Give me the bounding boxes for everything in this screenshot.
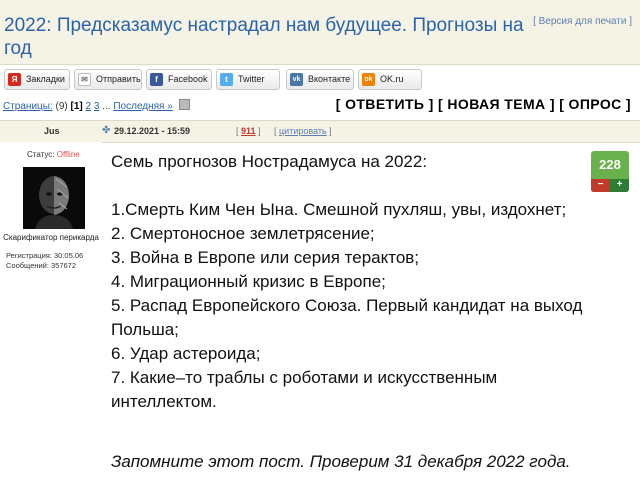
share-twitter-button[interactable]: t Twitter	[216, 69, 280, 90]
prediction-item: 5. Распад Европейского Союза. Первый кан…	[111, 296, 583, 339]
author-name[interactable]: Jus	[44, 126, 60, 136]
rate-down-button[interactable]: −	[591, 179, 610, 192]
poll-button[interactable]: [ ОПРОС ]	[559, 96, 631, 112]
prediction-item: 7. Какие–то траблы с роботами и искусств…	[111, 368, 498, 411]
user-title: Скарификатор перикарда	[3, 233, 99, 242]
pagination: Страницы: (9) [1] 2 3 ... Последняя »	[3, 99, 190, 112]
rate-up-button[interactable]: +	[610, 179, 629, 192]
share-bar: Я Закладки ✉ Отправить f Facebook t Twit…	[0, 64, 640, 94]
share-label: Отправить	[96, 74, 141, 84]
topic-title: 2022: Предсказамус настрадал нам будущее…	[4, 15, 524, 59]
user-status: Статус: Offline	[27, 150, 80, 159]
post-intro: Семь прогнозов Нострадамуса на 2022:	[111, 152, 428, 171]
post-date: 29.12.2021 - 15:59	[114, 126, 191, 136]
quote-link[interactable]: цитировать	[279, 126, 327, 136]
prediction-item: 1.Смерть Ким Чен Ына. Смешной пухляш, ув…	[111, 200, 567, 219]
share-label: OK.ru	[380, 74, 404, 84]
prediction-item: 4. Миграционный кризис в Европе;	[111, 272, 386, 291]
pages-label[interactable]: Страницы:	[3, 101, 53, 112]
page-link-2[interactable]: 2	[86, 101, 92, 112]
print-version-link[interactable]: [ Версия для печати ]	[533, 16, 632, 27]
rating-controls: − +	[591, 179, 629, 192]
pages-count: (9)	[55, 101, 68, 112]
avatar-image	[23, 167, 85, 229]
last-page-link[interactable]: Последняя »	[113, 101, 172, 112]
pager-jump-icon[interactable]	[178, 99, 190, 110]
status-label: Статус:	[27, 150, 55, 159]
post-body: Семь прогнозов Нострадамуса на 2022: 1.С…	[111, 150, 591, 414]
prediction-item: 2. Смертоносное землетрясение;	[111, 224, 375, 243]
mail-icon: ✉	[78, 73, 91, 86]
status-value: Offline	[56, 150, 80, 159]
pager-ellipsis: ...	[102, 101, 111, 112]
prediction-item: 3. Война в Европе или серия терактов;	[111, 248, 420, 267]
post-number: [ 911 ]	[236, 126, 261, 136]
post-outro: Запомните этот пост. Проверим 31 декабря…	[111, 452, 571, 471]
user-stats: Регистрация: 30.05.06 Сообщений: 357672	[6, 251, 83, 271]
share-label: Закладки	[26, 74, 65, 84]
share-label: Twitter	[238, 74, 265, 84]
new-topic-button[interactable]: [ НОВАЯ ТЕМА ]	[438, 96, 555, 112]
share-label: Вконтакте	[308, 74, 351, 84]
registration-date: Регистрация: 30.05.06	[6, 251, 84, 260]
avatar[interactable]	[23, 167, 85, 229]
share-ok-button[interactable]: ok OK.ru	[358, 69, 422, 90]
post-header: Jus ✤ 29.12.2021 - 15:59 [ 911 ] [ цитир…	[0, 120, 640, 143]
current-page: [1]	[70, 101, 83, 112]
post-link-icon[interactable]: ✤	[102, 125, 110, 136]
odnoklassniki-icon: ok	[362, 73, 375, 86]
twitter-icon: t	[220, 73, 233, 86]
post-rating: 228 − +	[591, 151, 629, 192]
reply-button[interactable]: [ ОТВЕТИТЬ ]	[336, 96, 434, 112]
share-label: Facebook	[168, 74, 208, 84]
share-bookmarks-button[interactable]: Я Закладки	[4, 69, 70, 90]
topic-actions: [ ОТВЕТИТЬ ] [ НОВАЯ ТЕМА ] [ ОПРОС ]	[336, 96, 631, 112]
message-count: Сообщений: 357672	[6, 261, 77, 270]
page-link-3[interactable]: 3	[94, 101, 100, 112]
topic-header: 2022: Предсказамус настрадал нам будущее…	[0, 0, 640, 65]
rating-value: 228	[591, 151, 629, 179]
post-number-link[interactable]: 911	[241, 126, 256, 136]
facebook-icon: f	[150, 73, 163, 86]
share-facebook-button[interactable]: f Facebook	[146, 69, 212, 90]
yandex-icon: Я	[8, 73, 21, 86]
share-vk-button[interactable]: vk Вконтакте	[286, 69, 354, 90]
share-email-button[interactable]: ✉ Отправить	[74, 69, 142, 90]
author-sidebar: Статус: Offline Скарификатор перикарда Р…	[0, 142, 102, 502]
prediction-item: 6. Удар астероида;	[111, 344, 261, 363]
quote-button: [ цитировать ]	[274, 126, 332, 136]
vk-icon: vk	[290, 73, 303, 86]
